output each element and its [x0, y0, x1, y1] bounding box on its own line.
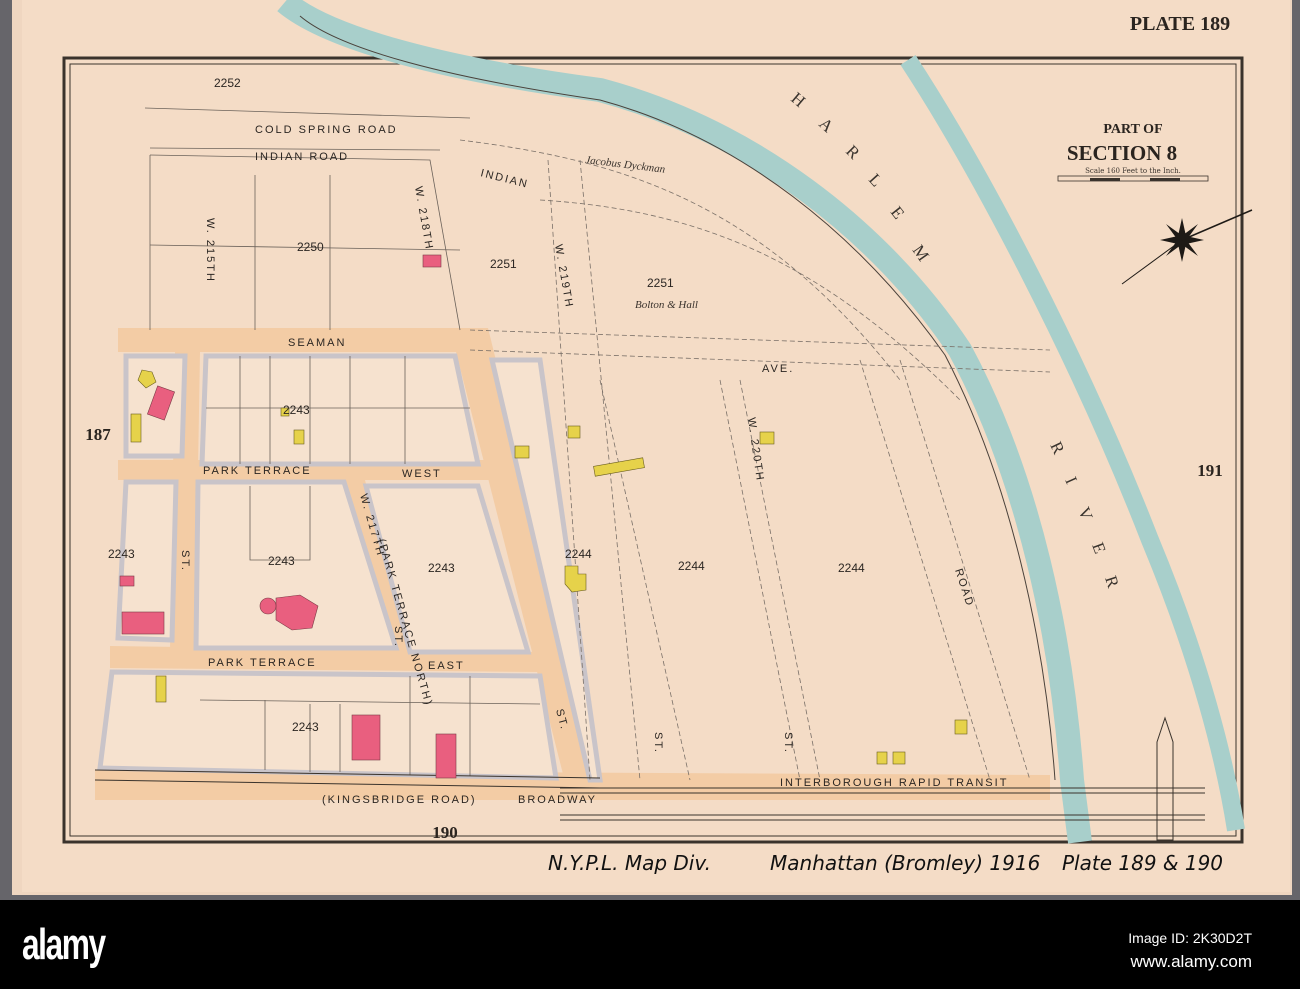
block-2244-east: 2244 — [838, 561, 865, 575]
adjacent-plate-south[interactable]: 190 — [432, 823, 458, 842]
watermark-bar: alamy Image ID: 2K30D2T www.alamy.com — [0, 900, 1300, 989]
label-indian-road: INDIAN ROAD — [255, 151, 349, 163]
owner-bolton-hall: Bolton & Hall — [635, 299, 698, 311]
adjacent-plate-east[interactable]: 191 — [1197, 461, 1223, 480]
scale-bar — [1057, 175, 1209, 182]
part-of-label: PART OF — [1103, 122, 1162, 137]
map-viewer: PLATE 189 PART OF SECTION 8 Scale 160 Fe… — [0, 0, 1300, 989]
block-2243-center: 2243 — [268, 554, 295, 568]
label-seaman: SEAMAN — [288, 337, 346, 349]
adjacent-plate-west[interactable]: 187 — [85, 425, 111, 444]
block-2243-east: 2243 — [428, 561, 455, 575]
label-cold-spring-road: COLD SPRING ROAD — [255, 124, 398, 136]
label-ave: AVE. — [762, 363, 794, 375]
label-rapid-transit: INTERBOROUGH RAPID TRANSIT — [780, 777, 1008, 789]
plate-number: PLATE 189 — [1130, 13, 1230, 35]
site-url[interactable]: www.alamy.com — [1130, 952, 1252, 972]
label-st-215: ST. — [179, 550, 191, 572]
annotation-plates: Plate 189 & 190 — [1062, 851, 1223, 875]
label-st-220: ST. — [782, 732, 794, 754]
block-2251-west: 2251 — [490, 257, 517, 271]
block-2244-center: 2244 — [678, 559, 705, 573]
label-broadway: BROADWAY — [518, 794, 597, 806]
scale-label: Scale 160 Feet to the Inch. — [1085, 167, 1181, 175]
block-2243-north: 2243 — [283, 403, 310, 417]
label-park-terrace-east-2: EAST — [428, 660, 465, 672]
alamy-logo: alamy — [22, 920, 106, 969]
block-2244-west: 2244 — [565, 547, 592, 561]
label-st-219: ST. — [652, 732, 664, 754]
block-2252: 2252 — [214, 76, 241, 90]
block-2243-west: 2243 — [108, 547, 135, 561]
annotation-title: Manhattan (Bromley) 1916 — [770, 851, 1040, 875]
atlas-plate: PLATE 189 PART OF SECTION 8 Scale 160 Fe… — [12, 0, 1292, 895]
block-2243-south: 2243 — [292, 720, 319, 734]
label-park-terrace-west-2: WEST — [402, 468, 442, 480]
label-w215: W. 215TH — [204, 218, 216, 283]
image-id: Image ID: 2K30D2T — [1128, 930, 1252, 946]
label-park-terrace-west-1: PARK TERRACE — [203, 465, 312, 477]
block-2251-east: 2251 — [647, 276, 674, 290]
label-kingsbridge-road: (KINGSBRIDGE ROAD) — [322, 794, 477, 806]
label-park-terrace-east-1: PARK TERRACE — [208, 657, 317, 669]
block-2250: 2250 — [297, 240, 324, 254]
section-label: SECTION 8 — [1067, 141, 1177, 165]
label-st-217: ST. — [392, 626, 404, 648]
annotation-nypl: N.Y.P.L. Map Div. — [548, 851, 711, 875]
